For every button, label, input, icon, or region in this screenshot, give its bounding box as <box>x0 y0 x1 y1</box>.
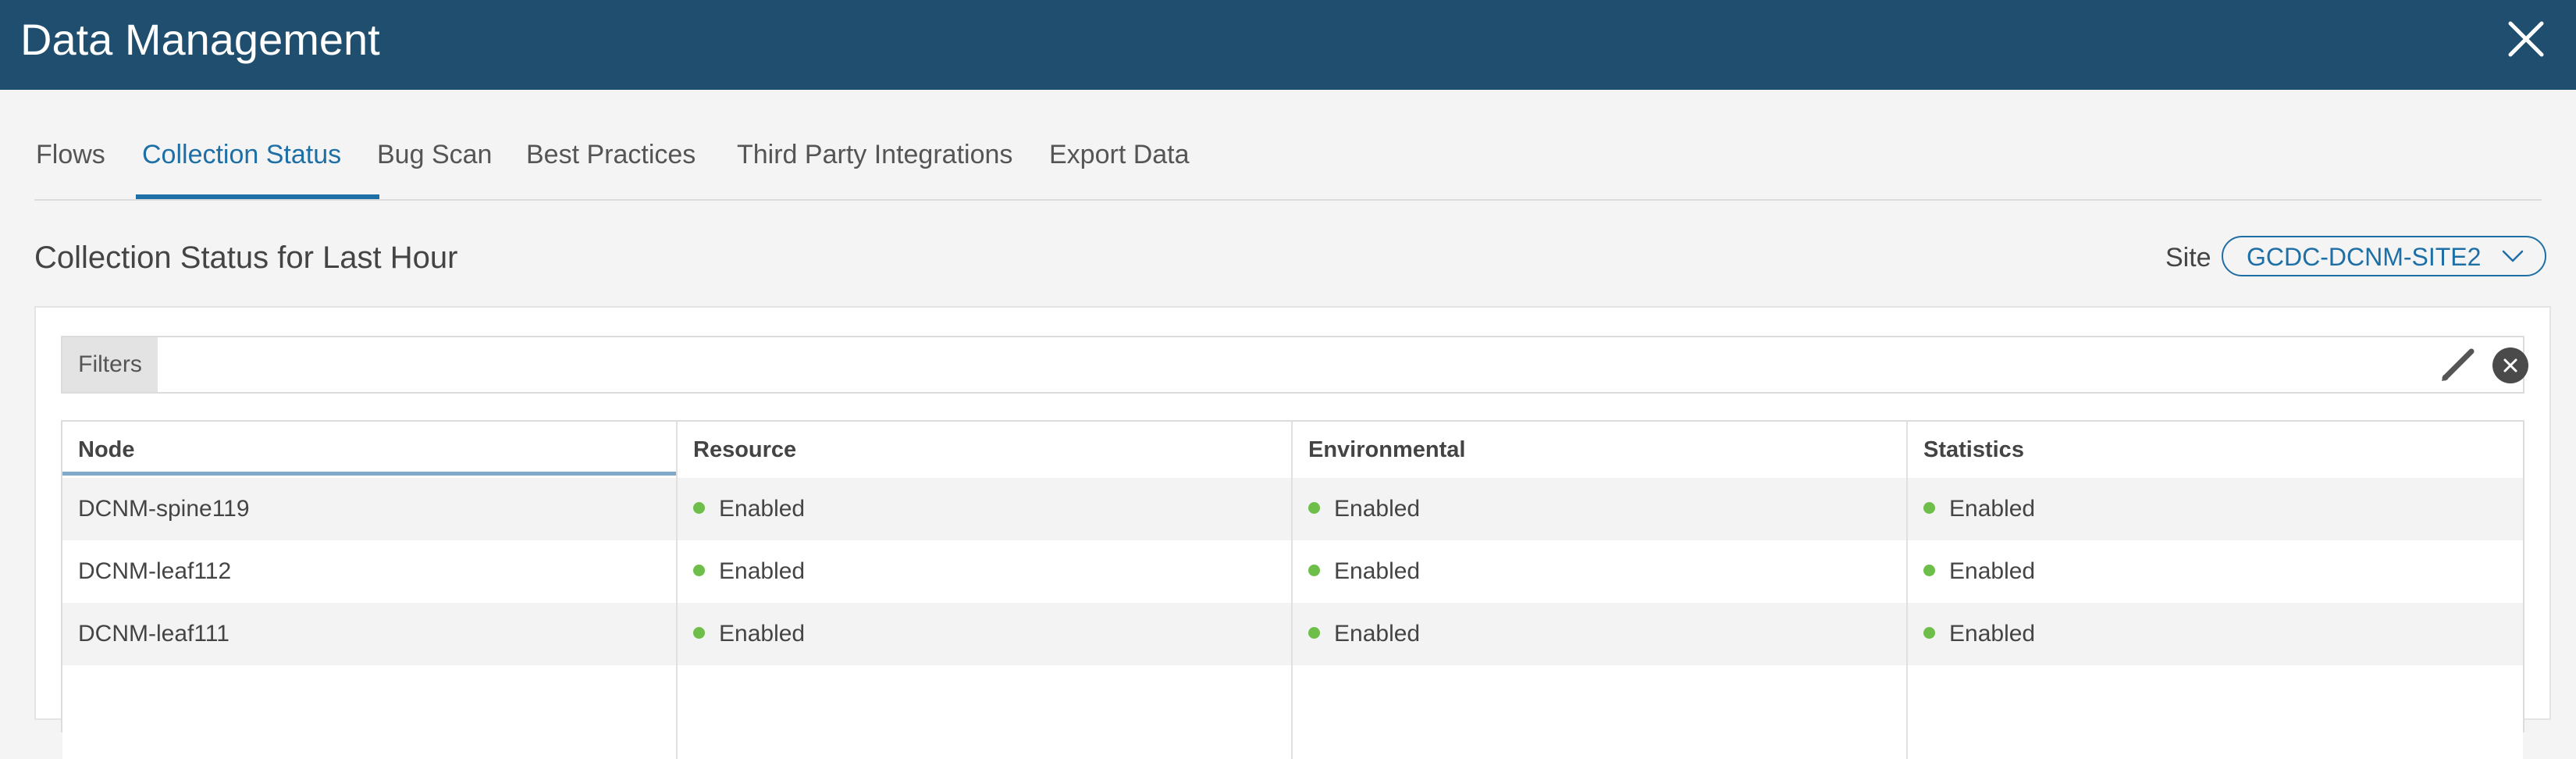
status-dot-icon <box>1308 564 1320 576</box>
table-row[interactable]: DCNM-leaf112 Enabled Enabled Enabled <box>62 540 2523 603</box>
chevron-down-icon <box>2502 250 2524 262</box>
status-dot-icon <box>1308 501 1320 514</box>
tab-bug-scan[interactable]: Bug Scan <box>377 139 492 170</box>
collection-status-table: Node Resource Environmental Statistics D… <box>61 420 2524 759</box>
status-text: Enabled <box>1949 558 2036 584</box>
status-dot-icon <box>1923 564 1935 576</box>
statistics-cell: Enabled <box>1908 478 2523 540</box>
site-selected-value: GCDC-DCNM-SITE2 <box>2247 243 2482 271</box>
column-header-node[interactable]: Node <box>62 422 678 478</box>
filter-input[interactable] <box>158 337 2421 392</box>
site-label: Site <box>2165 243 2211 273</box>
tab-bar: Flows Collection Status Bug Scan Best Pr… <box>34 125 2542 201</box>
status-text: Enabled <box>719 558 806 584</box>
status-dot-icon <box>693 564 705 576</box>
close-icon[interactable] <box>2504 17 2548 61</box>
status-text: Enabled <box>1949 621 2036 647</box>
section-title: Collection Status for Last Hour <box>34 241 458 275</box>
tab-collection-status[interactable]: Collection Status <box>142 139 341 170</box>
status-text: Enabled <box>719 621 806 647</box>
statistics-cell: Enabled <box>1908 603 2523 665</box>
environmental-cell: Enabled <box>1293 540 1908 603</box>
column-header-environmental[interactable]: Environmental <box>1293 422 1908 478</box>
status-dot-icon <box>693 626 705 639</box>
status-text: Enabled <box>1334 558 1421 584</box>
pencil-icon[interactable] <box>2439 345 2478 384</box>
table-empty-row <box>62 665 2523 759</box>
sort-indicator <box>62 472 676 476</box>
status-text: Enabled <box>1949 496 2036 522</box>
environmental-cell: Enabled <box>1293 603 1908 665</box>
status-dot-icon <box>1923 501 1935 514</box>
status-dot-icon <box>693 501 705 514</box>
modal-title: Data Management <box>20 15 380 64</box>
resource-cell: Enabled <box>678 540 1293 603</box>
filters-label: Filters <box>62 337 158 392</box>
modal-header: Data Management <box>0 0 2576 90</box>
resource-cell: Enabled <box>678 478 1293 540</box>
empty-cell <box>1908 665 2523 759</box>
table-row[interactable]: DCNM-leaf111 Enabled Enabled Enabled <box>62 603 2523 665</box>
tab-export-data[interactable]: Export Data <box>1049 139 1190 170</box>
environmental-cell: Enabled <box>1293 478 1908 540</box>
tab-best-practices[interactable]: Best Practices <box>526 139 696 170</box>
site-dropdown[interactable]: GCDC-DCNM-SITE2 <box>2222 236 2546 276</box>
column-header-statistics[interactable]: Statistics <box>1908 422 2523 478</box>
empty-cell <box>1293 665 1908 759</box>
status-text: Enabled <box>1334 621 1421 647</box>
status-text: Enabled <box>719 496 806 522</box>
active-tab-indicator <box>136 194 379 199</box>
filter-bar: Filters <box>61 336 2528 394</box>
column-header-resource[interactable]: Resource <box>678 422 1293 478</box>
tab-flows[interactable]: Flows <box>36 139 105 170</box>
status-dot-icon <box>1308 626 1320 639</box>
status-dot-icon <box>1923 626 1935 639</box>
empty-cell <box>62 665 678 759</box>
collection-status-panel: Filters Node Resource Environmental Stat… <box>34 306 2551 759</box>
resource-cell: Enabled <box>678 603 1293 665</box>
node-cell: DCNM-spine119 <box>62 478 678 540</box>
statistics-cell: Enabled <box>1908 540 2523 603</box>
node-cell: DCNM-leaf111 <box>62 603 678 665</box>
table-row[interactable]: DCNM-spine119 Enabled Enabled Enabled <box>62 478 2523 540</box>
node-cell: DCNM-leaf112 <box>62 540 678 603</box>
empty-cell <box>678 665 1293 759</box>
status-text: Enabled <box>1334 496 1421 522</box>
tab-third-party-integrations[interactable]: Third Party Integrations <box>737 139 1012 170</box>
clear-circle-icon[interactable] <box>2492 347 2529 384</box>
